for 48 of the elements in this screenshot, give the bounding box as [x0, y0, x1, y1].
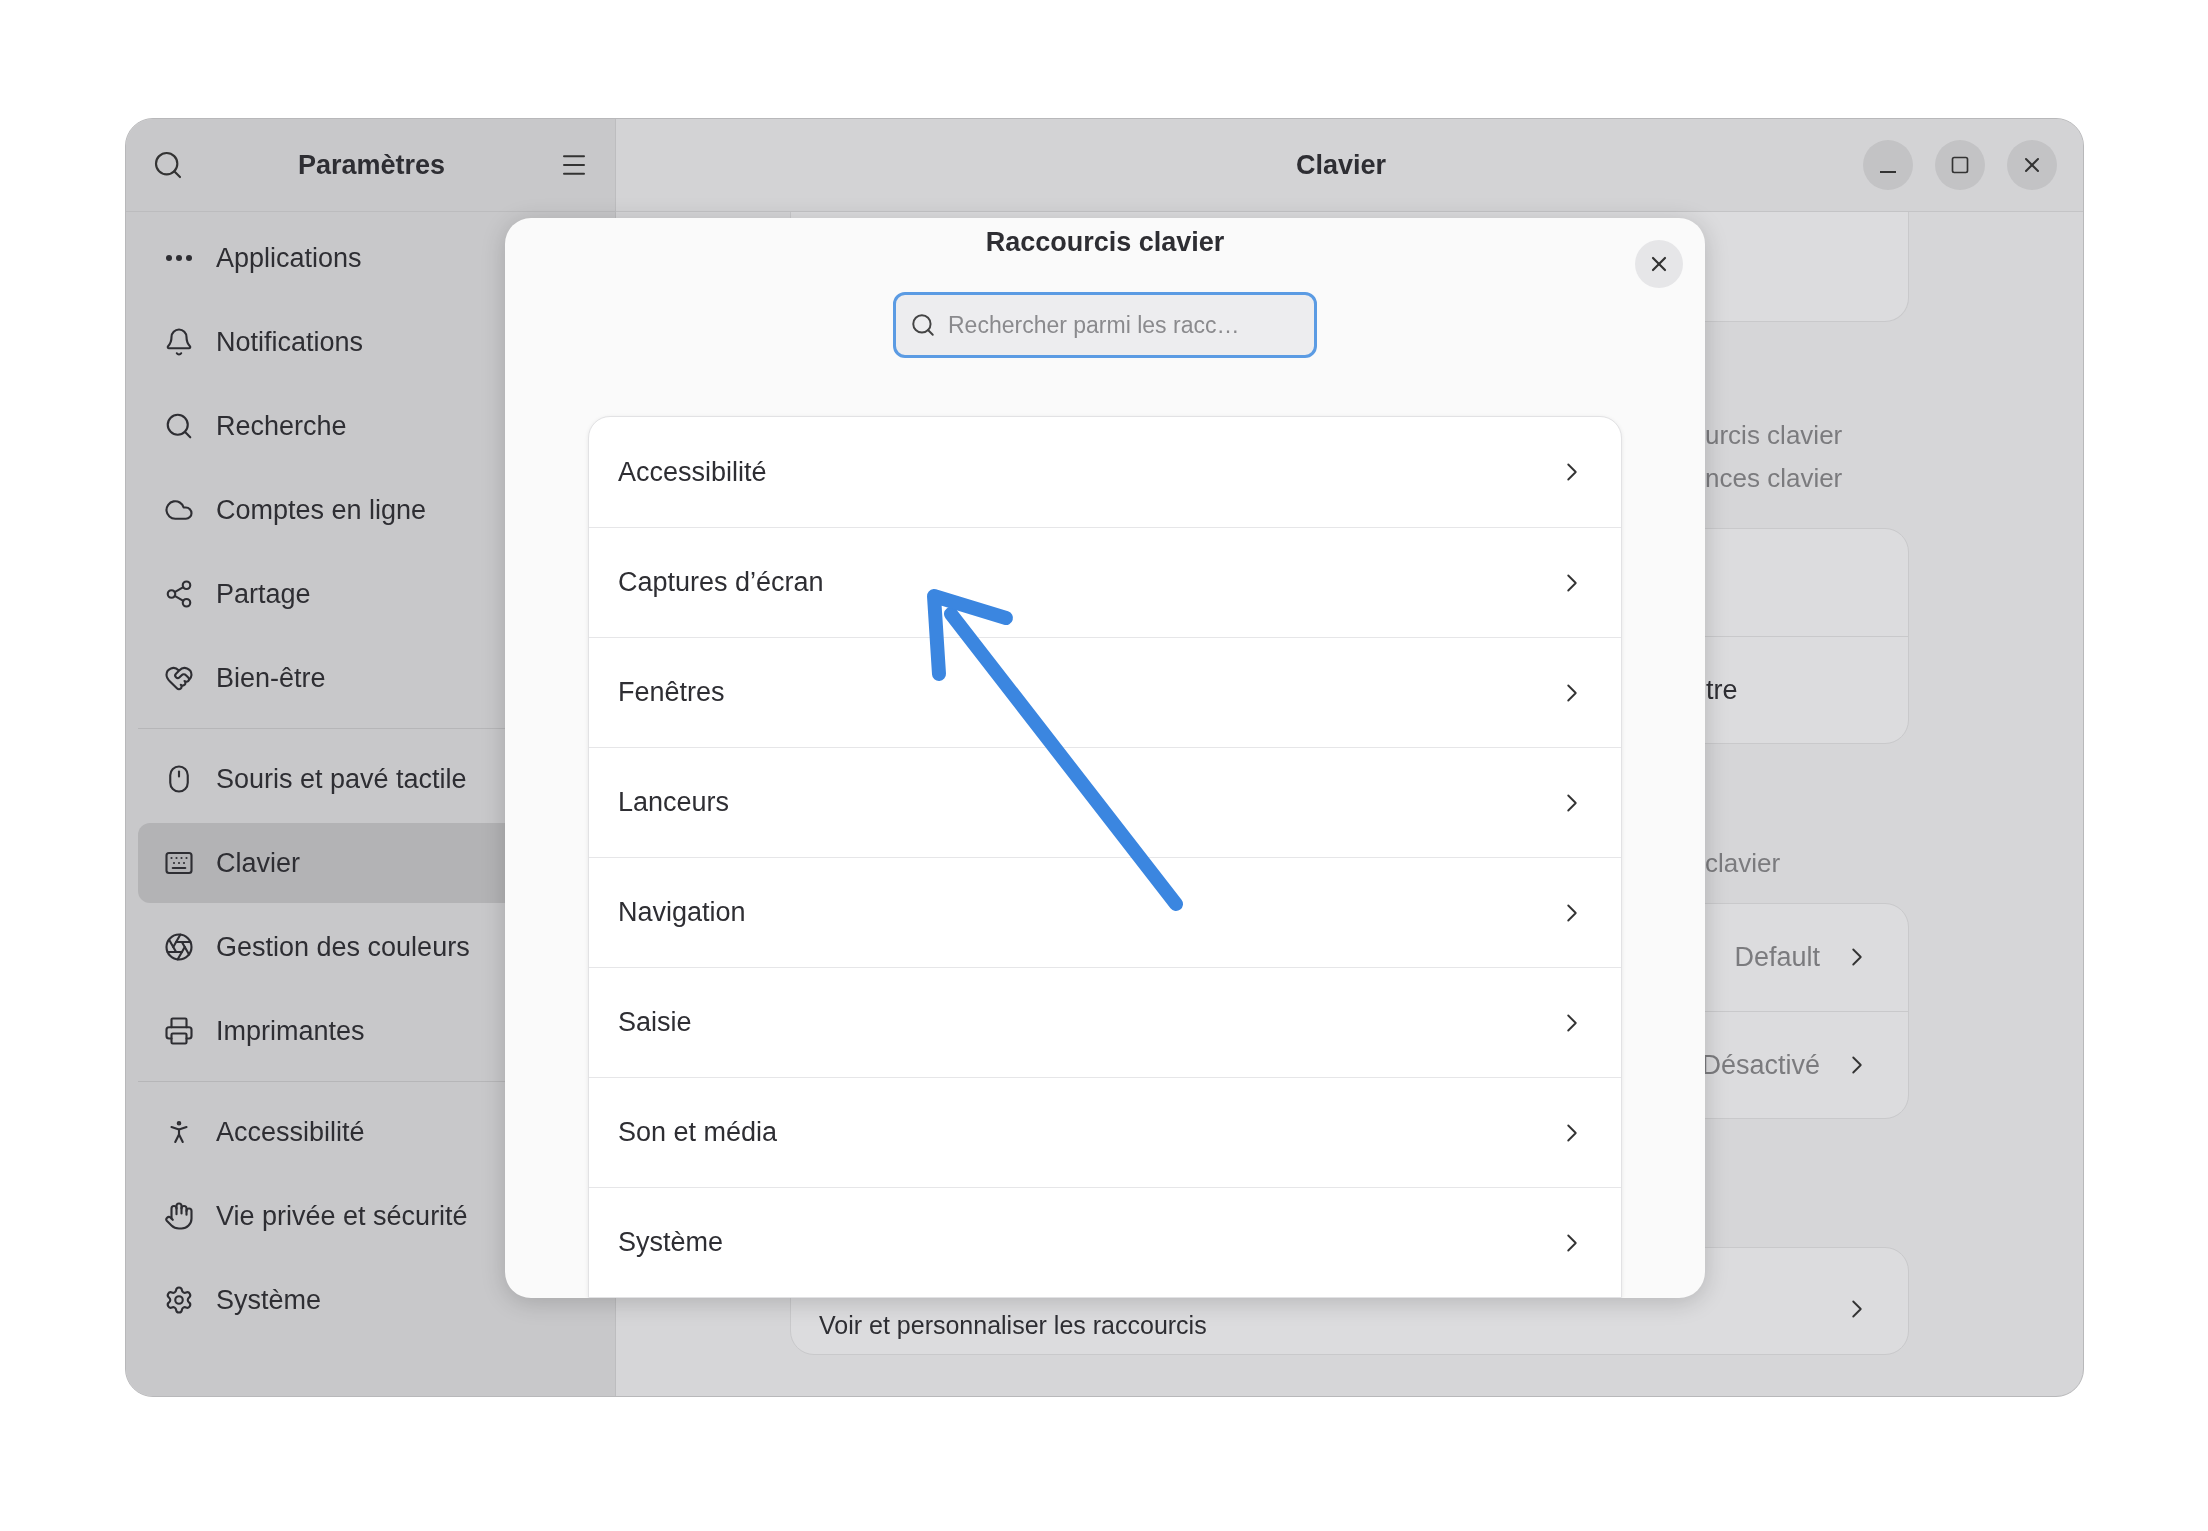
- sidebar-label: Vie privée et sécurité: [216, 1199, 468, 1233]
- aperture-icon: [164, 932, 194, 962]
- sidebar-label: Souris et pavé tactile: [216, 762, 467, 796]
- sidebar-label: Partage: [216, 577, 311, 611]
- sidebar-label: Comptes en ligne: [216, 493, 427, 527]
- sidebar-label: Système: [216, 1283, 322, 1317]
- row-label: tre: [1706, 673, 1738, 707]
- close-button[interactable]: [2007, 140, 2057, 190]
- sidebar-item[interactable]: Notifications: [138, 302, 603, 382]
- sidebar-label: Bien-être: [216, 661, 326, 695]
- minimize-icon: [1880, 171, 1896, 173]
- category-row[interactable]: Lanceurs: [589, 747, 1621, 857]
- sidebar-label: Accessibilité: [216, 1115, 365, 1149]
- setting-value: Default: [1734, 941, 1820, 974]
- row-label: Voir et personnaliser les raccourcis: [819, 1309, 1207, 1341]
- category-row[interactable]: Son et média: [589, 1077, 1621, 1187]
- caption-text: urcis clavier: [1705, 419, 1844, 452]
- caption-text: nces clavier: [1705, 462, 1844, 495]
- category-row[interactable]: Système: [589, 1187, 1621, 1297]
- maximize-icon: [1950, 155, 1970, 175]
- bell-icon: [164, 327, 194, 357]
- dots-icon: [164, 254, 194, 262]
- sidebar-label: Gestion des couleurs: [216, 930, 470, 964]
- dialog-title: Raccourcis clavier: [985, 225, 1225, 259]
- search-icon: [910, 312, 936, 338]
- search-icon: [164, 411, 194, 441]
- category-row[interactable]: Saisie: [589, 967, 1621, 1077]
- sidebar-label: Applications: [216, 241, 362, 275]
- printer-icon: [164, 1016, 194, 1046]
- category-row[interactable]: Captures d’écran: [589, 527, 1621, 637]
- section-heading: clavier: [1705, 848, 1781, 878]
- sidebar-label: Notifications: [216, 325, 364, 359]
- sidebar-label: Imprimantes: [216, 1014, 365, 1048]
- category-row[interactable]: Fenêtres: [589, 637, 1621, 747]
- maximize-button[interactable]: [1935, 140, 1985, 190]
- search-field[interactable]: Rechercher parmi les racc…: [893, 292, 1317, 358]
- gear-icon: [164, 1285, 194, 1315]
- setting-value: Désactivé: [1701, 1048, 1820, 1082]
- sidebar-label: Recherche: [216, 409, 347, 443]
- sidebar-label: Clavier: [216, 846, 301, 880]
- share-icon: [164, 579, 194, 609]
- hand-icon: [164, 1201, 194, 1231]
- search-icon[interactable]: [152, 149, 184, 181]
- close-button[interactable]: [1635, 240, 1683, 288]
- sidebar-title: Paramètres: [297, 148, 446, 182]
- category-row[interactable]: Navigation: [589, 857, 1621, 967]
- page-title: Clavier: [1296, 148, 1387, 182]
- sidebar-item[interactable]: Applications: [138, 218, 603, 298]
